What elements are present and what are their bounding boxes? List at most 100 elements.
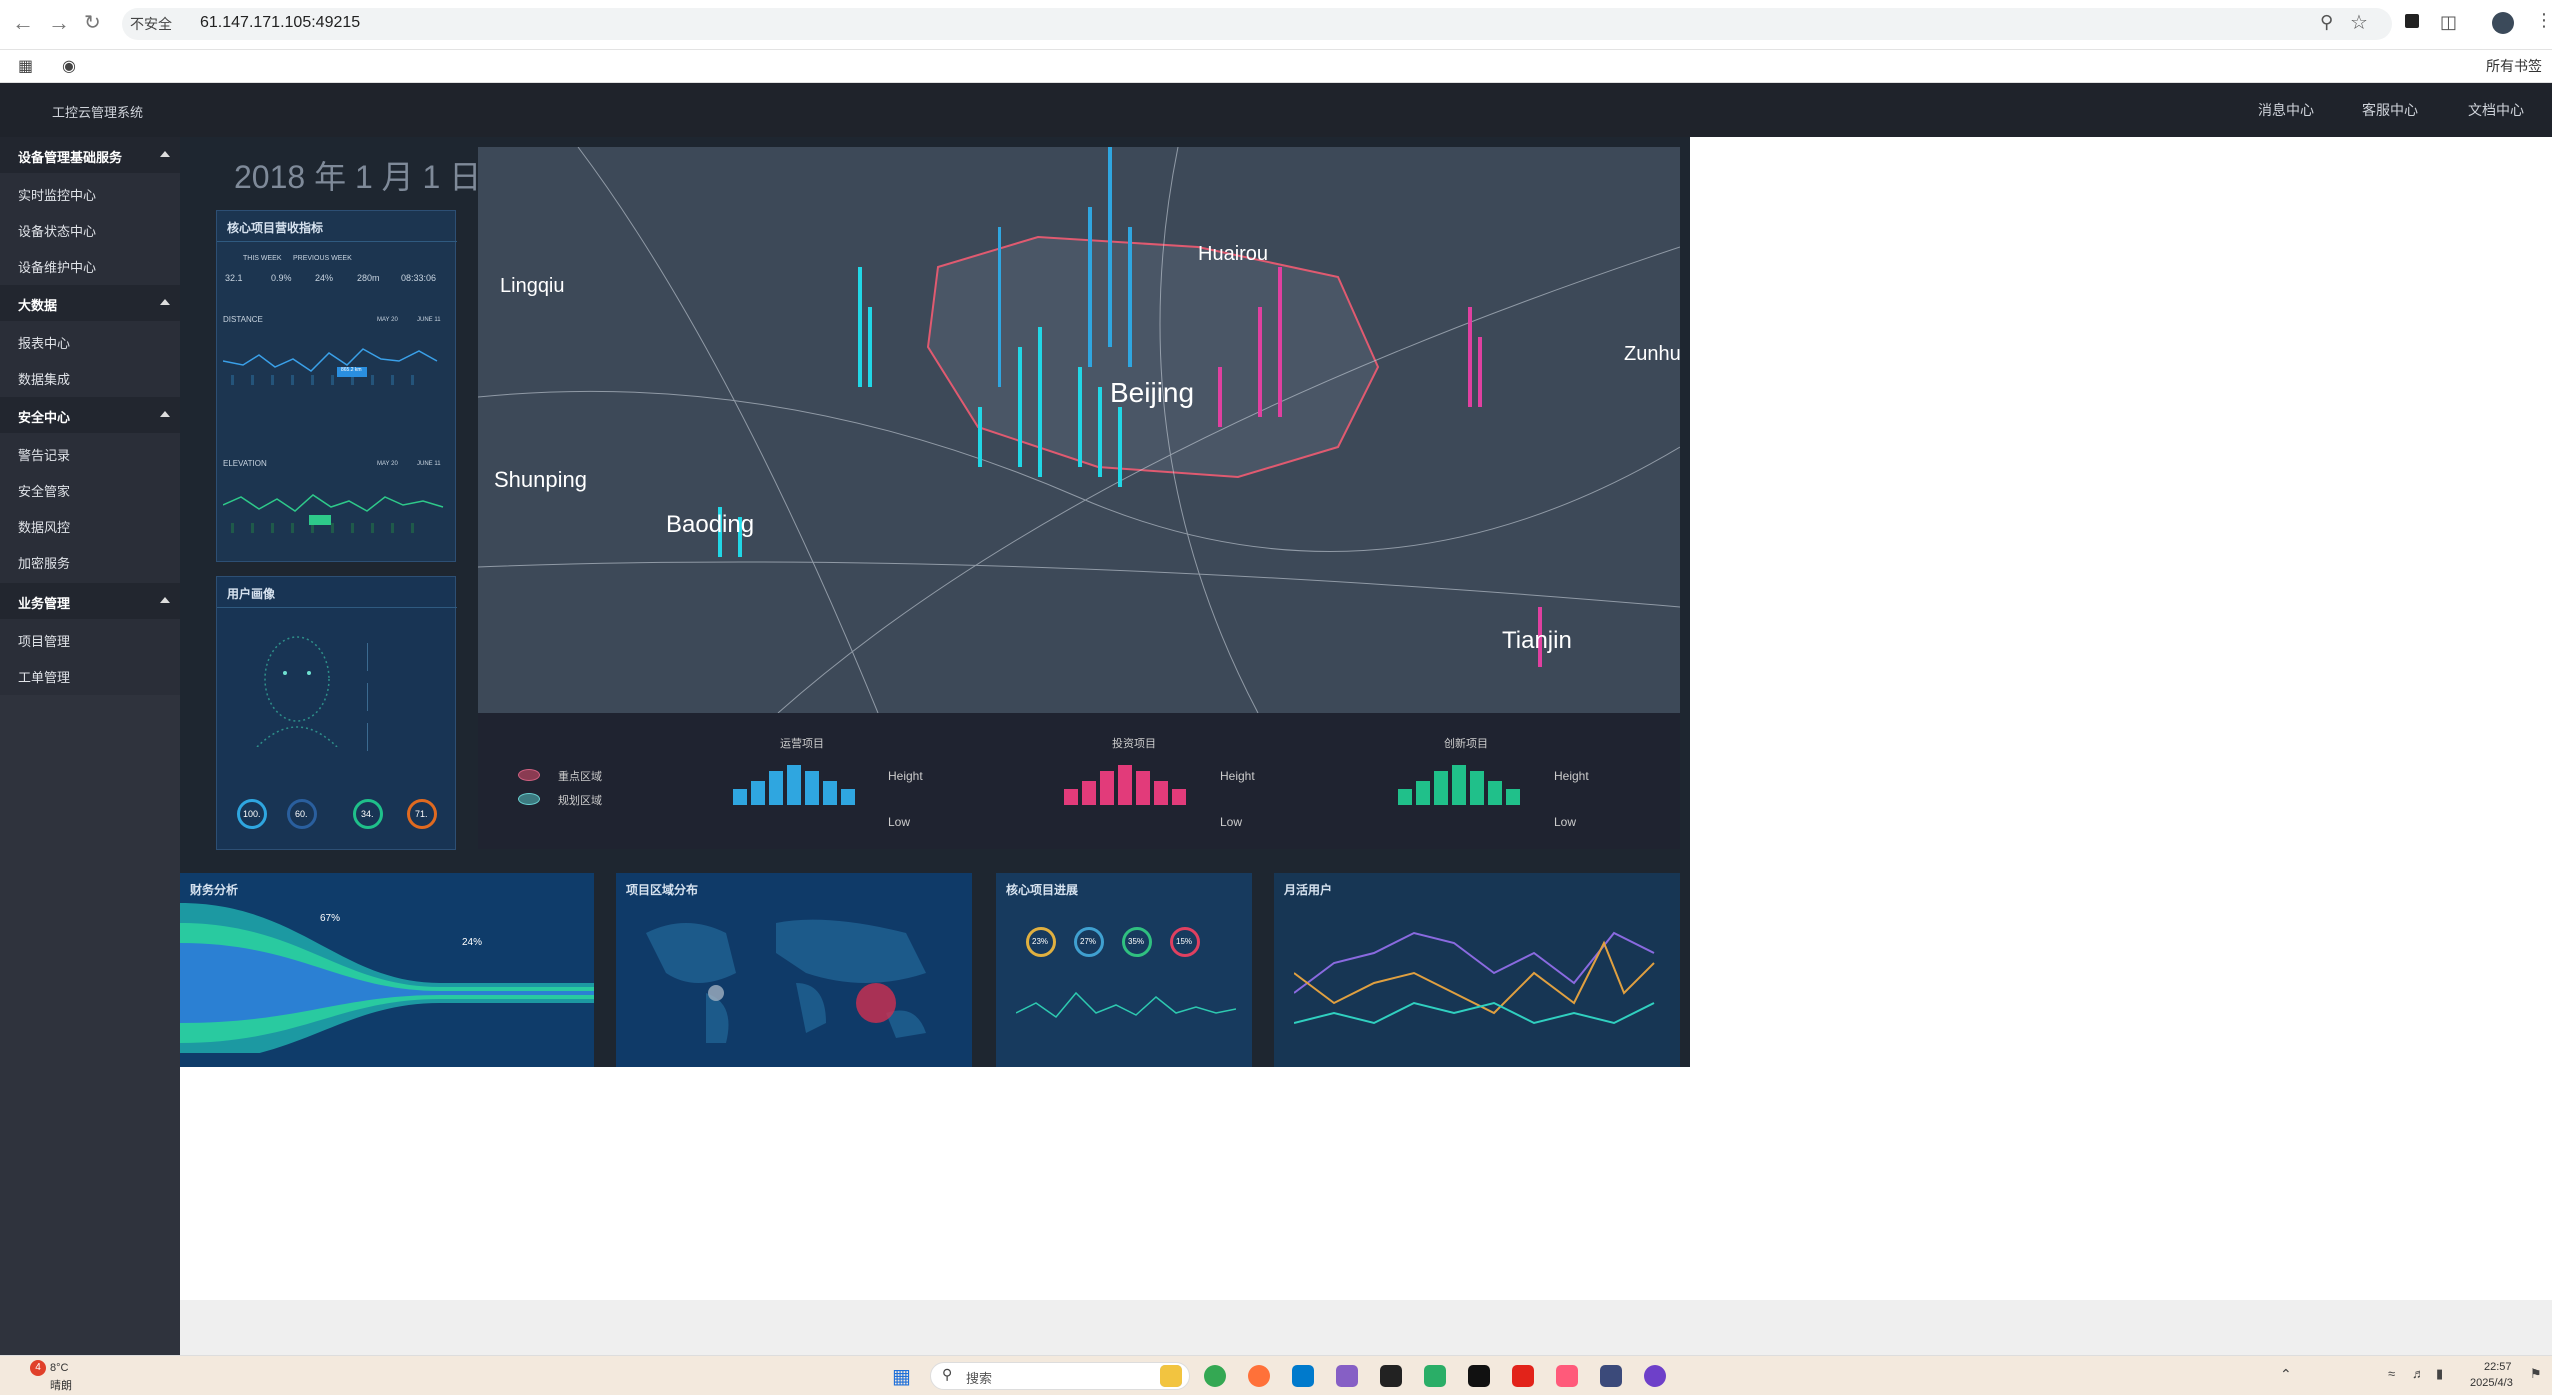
zoom-icon[interactable]: ⚲: [2320, 12, 2333, 33]
clock-date[interactable]: 2025/4/3: [2470, 1377, 2513, 1389]
sidebar-group-device[interactable]: 设备管理基础服务: [0, 137, 180, 173]
header-link-docs[interactable]: 文档中心: [2468, 100, 2524, 120]
monthly-users-panel: 月活用户: [1274, 873, 1680, 1067]
stat-1: 32.1: [225, 273, 243, 283]
header-link-messages[interactable]: 消息中心: [2258, 100, 2314, 120]
qq-icon[interactable]: [1468, 1365, 1490, 1387]
sidebar-item-guard[interactable]: 安全管家: [18, 481, 70, 500]
sidebar-item-encryption[interactable]: 加密服务: [18, 553, 70, 572]
legend-key-area: 重点区域: [558, 771, 602, 783]
sidebar-item-risk[interactable]: 数据风控: [18, 517, 70, 536]
app-icon[interactable]: [1556, 1365, 1578, 1387]
profile-text-block: [367, 643, 447, 671]
menu-icon[interactable]: ⋮: [2535, 10, 2552, 31]
netease-music-icon[interactable]: [1512, 1365, 1534, 1387]
insecure-label[interactable]: 不安全: [130, 14, 172, 34]
firefox-icon[interactable]: [1248, 1365, 1270, 1387]
taskbar: [0, 1355, 2552, 1395]
sidebar-group-bigdata[interactable]: 大数据: [0, 285, 180, 321]
github-icon[interactable]: [1644, 1365, 1666, 1387]
region-panel: 项目区域分布: [616, 873, 972, 1067]
sidebar-item-projects[interactable]: 项目管理: [18, 631, 70, 650]
extension-icon[interactable]: [2405, 14, 2419, 28]
all-bookmarks[interactable]: 所有书签: [2486, 56, 2542, 76]
city-label: Beijing: [1110, 377, 1195, 408]
apps-icon[interactable]: ▦: [18, 56, 33, 76]
progress-value: 35%: [1128, 937, 1145, 946]
sidebar-group-label: 安全中心: [18, 410, 71, 425]
sidebar: 设备管理基础服务 实时监控中心 设备状态中心 设备维护中心 大数据 报表中心 数…: [0, 137, 180, 1355]
weather-temp[interactable]: 8°C: [50, 1362, 68, 1374]
3d-map[interactable]: Lingqiu Huairou Beijing Zunhua Shunping …: [478, 147, 1680, 713]
weather-desc[interactable]: 晴朗: [50, 1377, 72, 1393]
planned-area-swatch: [518, 793, 540, 805]
sidebar-item-alerts[interactable]: 警告记录: [18, 445, 70, 464]
gauge-value: 100.: [243, 809, 261, 819]
puzzle-icon[interactable]: ◫: [2440, 12, 2457, 33]
caret-up-icon: [160, 151, 170, 157]
notification-icon[interactable]: ⚑: [2530, 1366, 2542, 1382]
sidebar-item-realtime[interactable]: 实时监控中心: [18, 185, 96, 204]
progress-panel: 核心项目进展 23% 27% 35% 15%: [996, 873, 1252, 1067]
forward-icon[interactable]: →: [48, 10, 70, 36]
progress-value: 27%: [1080, 937, 1097, 946]
label-this-week: THIS WEEK: [243, 255, 282, 262]
file-explorer-icon[interactable]: [1160, 1365, 1182, 1387]
panel-title: 月活用户: [1284, 883, 1333, 897]
stat-4: 280m: [357, 273, 380, 283]
app-title: 工控云管理系统: [52, 105, 144, 120]
sidebar-group-label: 大数据: [18, 298, 58, 313]
address-bar[interactable]: [122, 8, 2392, 40]
app-icon[interactable]: [1600, 1365, 1622, 1387]
panel-title: 核心项目营收指标: [227, 221, 324, 235]
globe-icon[interactable]: ◉: [62, 56, 76, 76]
face-scan-icon: [256, 636, 338, 747]
caret-up-icon: [160, 597, 170, 603]
sidebar-item-maintenance[interactable]: 设备维护中心: [18, 257, 96, 276]
chrome-icon[interactable]: [1204, 1365, 1226, 1387]
date-title: 2018 年 1 月 1 日: [234, 159, 482, 195]
terminal-icon[interactable]: [1380, 1365, 1402, 1387]
avatar[interactable]: [2492, 12, 2514, 34]
map-legend-panel: 重点区域 规划区域 运营项目 Height Low 投资项目 Height Lo…: [478, 713, 1680, 849]
finance-pct-1: 67%: [320, 913, 341, 924]
tray-expand-icon[interactable]: ⌃: [2280, 1366, 2292, 1383]
sidebar-item-tickets[interactable]: 工单管理: [18, 667, 70, 686]
reload-icon[interactable]: ↻: [84, 10, 101, 35]
visual-studio-icon[interactable]: [1336, 1365, 1358, 1387]
volume-icon[interactable]: ♬: [2412, 1366, 2425, 1381]
clock-time[interactable]: 22:57: [2484, 1361, 2512, 1373]
stat-3: 24%: [315, 273, 334, 283]
elevation-label: ELEVATION: [223, 459, 267, 468]
gauge-value: 71.: [415, 809, 428, 819]
distance-label: DISTANCE: [223, 315, 263, 324]
world-map: [646, 919, 926, 1043]
sidebar-item-status[interactable]: 设备状态中心: [18, 221, 96, 240]
finance-panel: 财务分析 67% 24%: [180, 873, 594, 1067]
progress-value: 23%: [1032, 937, 1049, 946]
wechat-icon[interactable]: [1424, 1365, 1446, 1387]
windows-start-icon[interactable]: ▦: [892, 1364, 911, 1389]
caret-up-icon: [160, 411, 170, 417]
sidebar-group-business[interactable]: 业务管理: [0, 583, 180, 619]
bookmark-star-icon[interactable]: ☆: [2350, 10, 2368, 35]
battery-icon[interactable]: ▮: [2436, 1366, 2443, 1382]
caret-up-icon: [160, 299, 170, 305]
sidebar-item-reports[interactable]: 报表中心: [18, 333, 70, 352]
back-icon[interactable]: ←: [12, 10, 34, 36]
gauge-value: 34.: [361, 809, 374, 819]
vscode-icon[interactable]: [1292, 1365, 1314, 1387]
header-link-support[interactable]: 客服中心: [2362, 100, 2418, 120]
stat-5: 08:33:06: [401, 273, 437, 283]
finance-flow-chart: [180, 903, 594, 1053]
legend-low: Low: [1220, 815, 1243, 829]
legend-high: Height: [1220, 769, 1255, 783]
city-label: Tianjin: [1502, 627, 1572, 654]
sidebar-item-integration[interactable]: 数据集成: [18, 369, 70, 388]
wifi-icon[interactable]: ≈: [2388, 1366, 2395, 1381]
sidebar-group-security[interactable]: 安全中心: [0, 397, 180, 433]
distance-tooltip: 865.2 km: [341, 367, 362, 373]
url-text[interactable]: 61.147.171.105:49215: [200, 14, 360, 32]
bookmark-bar: [0, 50, 2552, 83]
search-placeholder[interactable]: 搜索: [966, 1368, 992, 1387]
